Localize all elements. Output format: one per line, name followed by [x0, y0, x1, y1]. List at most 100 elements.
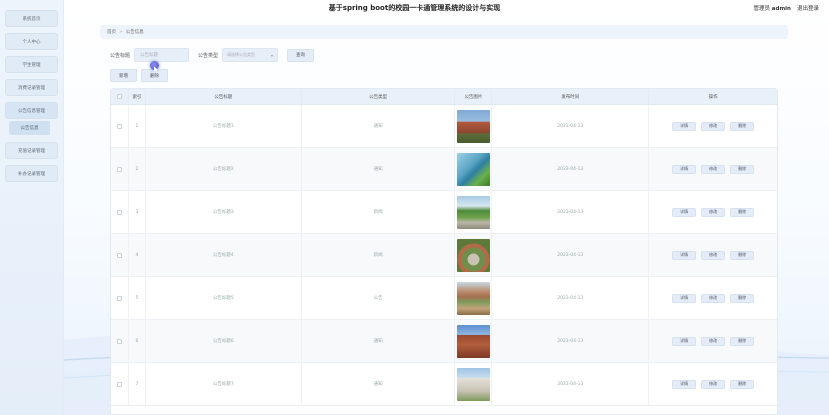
- sidebar-item-recharge[interactable]: 充值记录管理: [5, 142, 58, 159]
- delete-button[interactable]: 删除: [730, 250, 755, 260]
- sidebar-item-announcements[interactable]: 公告信息管理: [5, 102, 58, 119]
- header-title: 公告标题: [146, 89, 302, 104]
- row-title: 公告标题4: [146, 234, 302, 276]
- add-button[interactable]: 新增: [110, 69, 137, 82]
- row-checkbox[interactable]: [116, 295, 122, 301]
- detail-button[interactable]: 详情: [672, 336, 697, 346]
- detail-button[interactable]: 详情: [672, 250, 697, 260]
- table-row: 6 公告标题6 通知 2023-04-13 详情 修改 删除: [111, 320, 777, 363]
- header-time: 发布时间: [492, 89, 650, 104]
- row-checkbox[interactable]: [116, 209, 122, 215]
- row-select-cell: [111, 148, 129, 190]
- sidebar-item-home[interactable]: 系统首页: [5, 10, 58, 27]
- table-body: 1 公告标题1 通知 2023-04-13 详情 修改 删除 2 公告标题2 通…: [111, 105, 777, 406]
- select-all-checkbox[interactable]: [116, 94, 122, 99]
- announcement-thumbnail[interactable]: [456, 152, 490, 186]
- row-select-cell: [111, 234, 129, 276]
- delete-button[interactable]: 删除: [730, 379, 755, 389]
- row-select-cell: [111, 191, 129, 233]
- detail-button[interactable]: 详情: [672, 121, 697, 131]
- row-checkbox[interactable]: [116, 123, 122, 129]
- table-row: 1 公告标题1 通知 2023-04-13 详情 修改 删除: [111, 105, 777, 148]
- row-index: 4: [129, 234, 146, 276]
- delete-button[interactable]: 删除: [730, 336, 755, 346]
- delete-button[interactable]: 删除: [730, 164, 755, 174]
- header-index: 索引: [129, 89, 146, 104]
- row-image-cell: [455, 148, 493, 190]
- row-title: 公告标题2: [146, 148, 302, 190]
- announcement-thumbnail[interactable]: [456, 195, 490, 229]
- edit-button[interactable]: 修改: [701, 250, 726, 260]
- row-time: 2023-04-13: [492, 320, 650, 362]
- row-actions: 详情 修改 删除: [649, 277, 777, 319]
- row-time: 2023-04-13: [492, 234, 650, 276]
- announcement-table: 索引 公告标题 公告类型 公告图片 发布时间 操作 1 公告标题1 通知 202…: [110, 88, 778, 415]
- row-image-cell: [455, 105, 493, 147]
- logout-link[interactable]: 退出登录: [797, 4, 819, 12]
- sidebar-item-consumption[interactable]: 消费记录管理: [5, 79, 58, 96]
- detail-button[interactable]: 详情: [672, 293, 697, 303]
- row-type: 公告: [302, 277, 456, 319]
- row-select-cell: [111, 320, 129, 362]
- row-actions: 详情 修改 删除: [649, 320, 777, 362]
- detail-button[interactable]: 详情: [672, 379, 697, 389]
- row-time: 2023-04-13: [492, 105, 650, 147]
- detail-button[interactable]: 详情: [672, 207, 697, 217]
- chevron-down-icon: ▾: [271, 52, 274, 58]
- row-checkbox[interactable]: [116, 252, 122, 258]
- action-bar: 新增 删除: [110, 69, 168, 82]
- delete-button[interactable]: 删除: [730, 207, 755, 217]
- edit-button[interactable]: 修改: [701, 336, 726, 346]
- row-type: 通知: [302, 148, 456, 190]
- row-checkbox[interactable]: [116, 338, 122, 344]
- row-time: 2023-04-13: [492, 148, 650, 190]
- query-button[interactable]: 查询: [287, 48, 315, 62]
- row-type: 通知: [302, 105, 456, 147]
- sidebar-item-profile[interactable]: 个人中心: [5, 33, 58, 50]
- row-actions: 详情 修改 删除: [649, 363, 777, 405]
- edit-button[interactable]: 修改: [701, 293, 726, 303]
- breadcrumb-home[interactable]: 首页: [107, 29, 116, 35]
- delete-button[interactable]: 删除: [730, 293, 755, 303]
- row-checkbox[interactable]: [116, 166, 122, 172]
- row-actions: 详情 修改 删除: [649, 105, 777, 147]
- announcement-thumbnail[interactable]: [456, 109, 490, 143]
- site-title: 基于spring boot的校园一卡通管理系统的设计与实现: [328, 4, 501, 12]
- table-row: 7 公告标题7 通知 2023-04-13 详情 修改 删除: [111, 363, 777, 406]
- edit-button[interactable]: 修改: [701, 121, 726, 131]
- announcement-thumbnail[interactable]: [456, 367, 490, 401]
- row-time: 2023-04-13: [492, 277, 650, 319]
- row-actions: 详情 修改 删除: [649, 234, 777, 276]
- announcement-thumbnail[interactable]: [456, 324, 490, 358]
- row-checkbox[interactable]: [116, 381, 122, 387]
- row-time: 2023-04-13: [492, 363, 650, 405]
- detail-button[interactable]: 详情: [672, 164, 697, 174]
- row-index: 2: [129, 148, 146, 190]
- type-select[interactable]: 请选择公告类型 ▾: [222, 48, 279, 62]
- breadcrumb: 首页 > 公告信息: [100, 25, 788, 39]
- sidebar-subitem-announcement-info[interactable]: 公告信息: [9, 121, 50, 135]
- announcement-thumbnail[interactable]: [456, 281, 490, 315]
- row-image-cell: [455, 363, 493, 405]
- row-title: 公告标题7: [146, 363, 302, 405]
- row-type: 新闻: [302, 191, 456, 233]
- row-type: 通知: [302, 363, 456, 405]
- edit-button[interactable]: 修改: [701, 379, 726, 389]
- title-filter-label: 公告标题: [110, 52, 131, 59]
- edit-button[interactable]: 修改: [701, 207, 726, 217]
- sidebar-item-students[interactable]: 学生管理: [5, 56, 58, 73]
- type-filter-label: 公告类型: [198, 52, 219, 59]
- user-role: 管理员: [753, 6, 771, 12]
- row-title: 公告标题1: [146, 105, 302, 147]
- row-image-cell: [455, 320, 493, 362]
- row-title: 公告标题3: [146, 191, 302, 233]
- header-actions: 操作: [708, 94, 718, 100]
- row-actions: 详情 修改 删除: [649, 148, 777, 190]
- announcement-thumbnail[interactable]: [456, 238, 490, 272]
- delete-button[interactable]: 删除: [730, 121, 755, 131]
- header-type: 公告类型: [302, 89, 456, 104]
- row-image-cell: [455, 234, 493, 276]
- sidebar-item-reissue[interactable]: 补办记录管理: [5, 165, 58, 182]
- title-search-input[interactable]: 公告标题: [134, 48, 190, 62]
- edit-button[interactable]: 修改: [701, 164, 726, 174]
